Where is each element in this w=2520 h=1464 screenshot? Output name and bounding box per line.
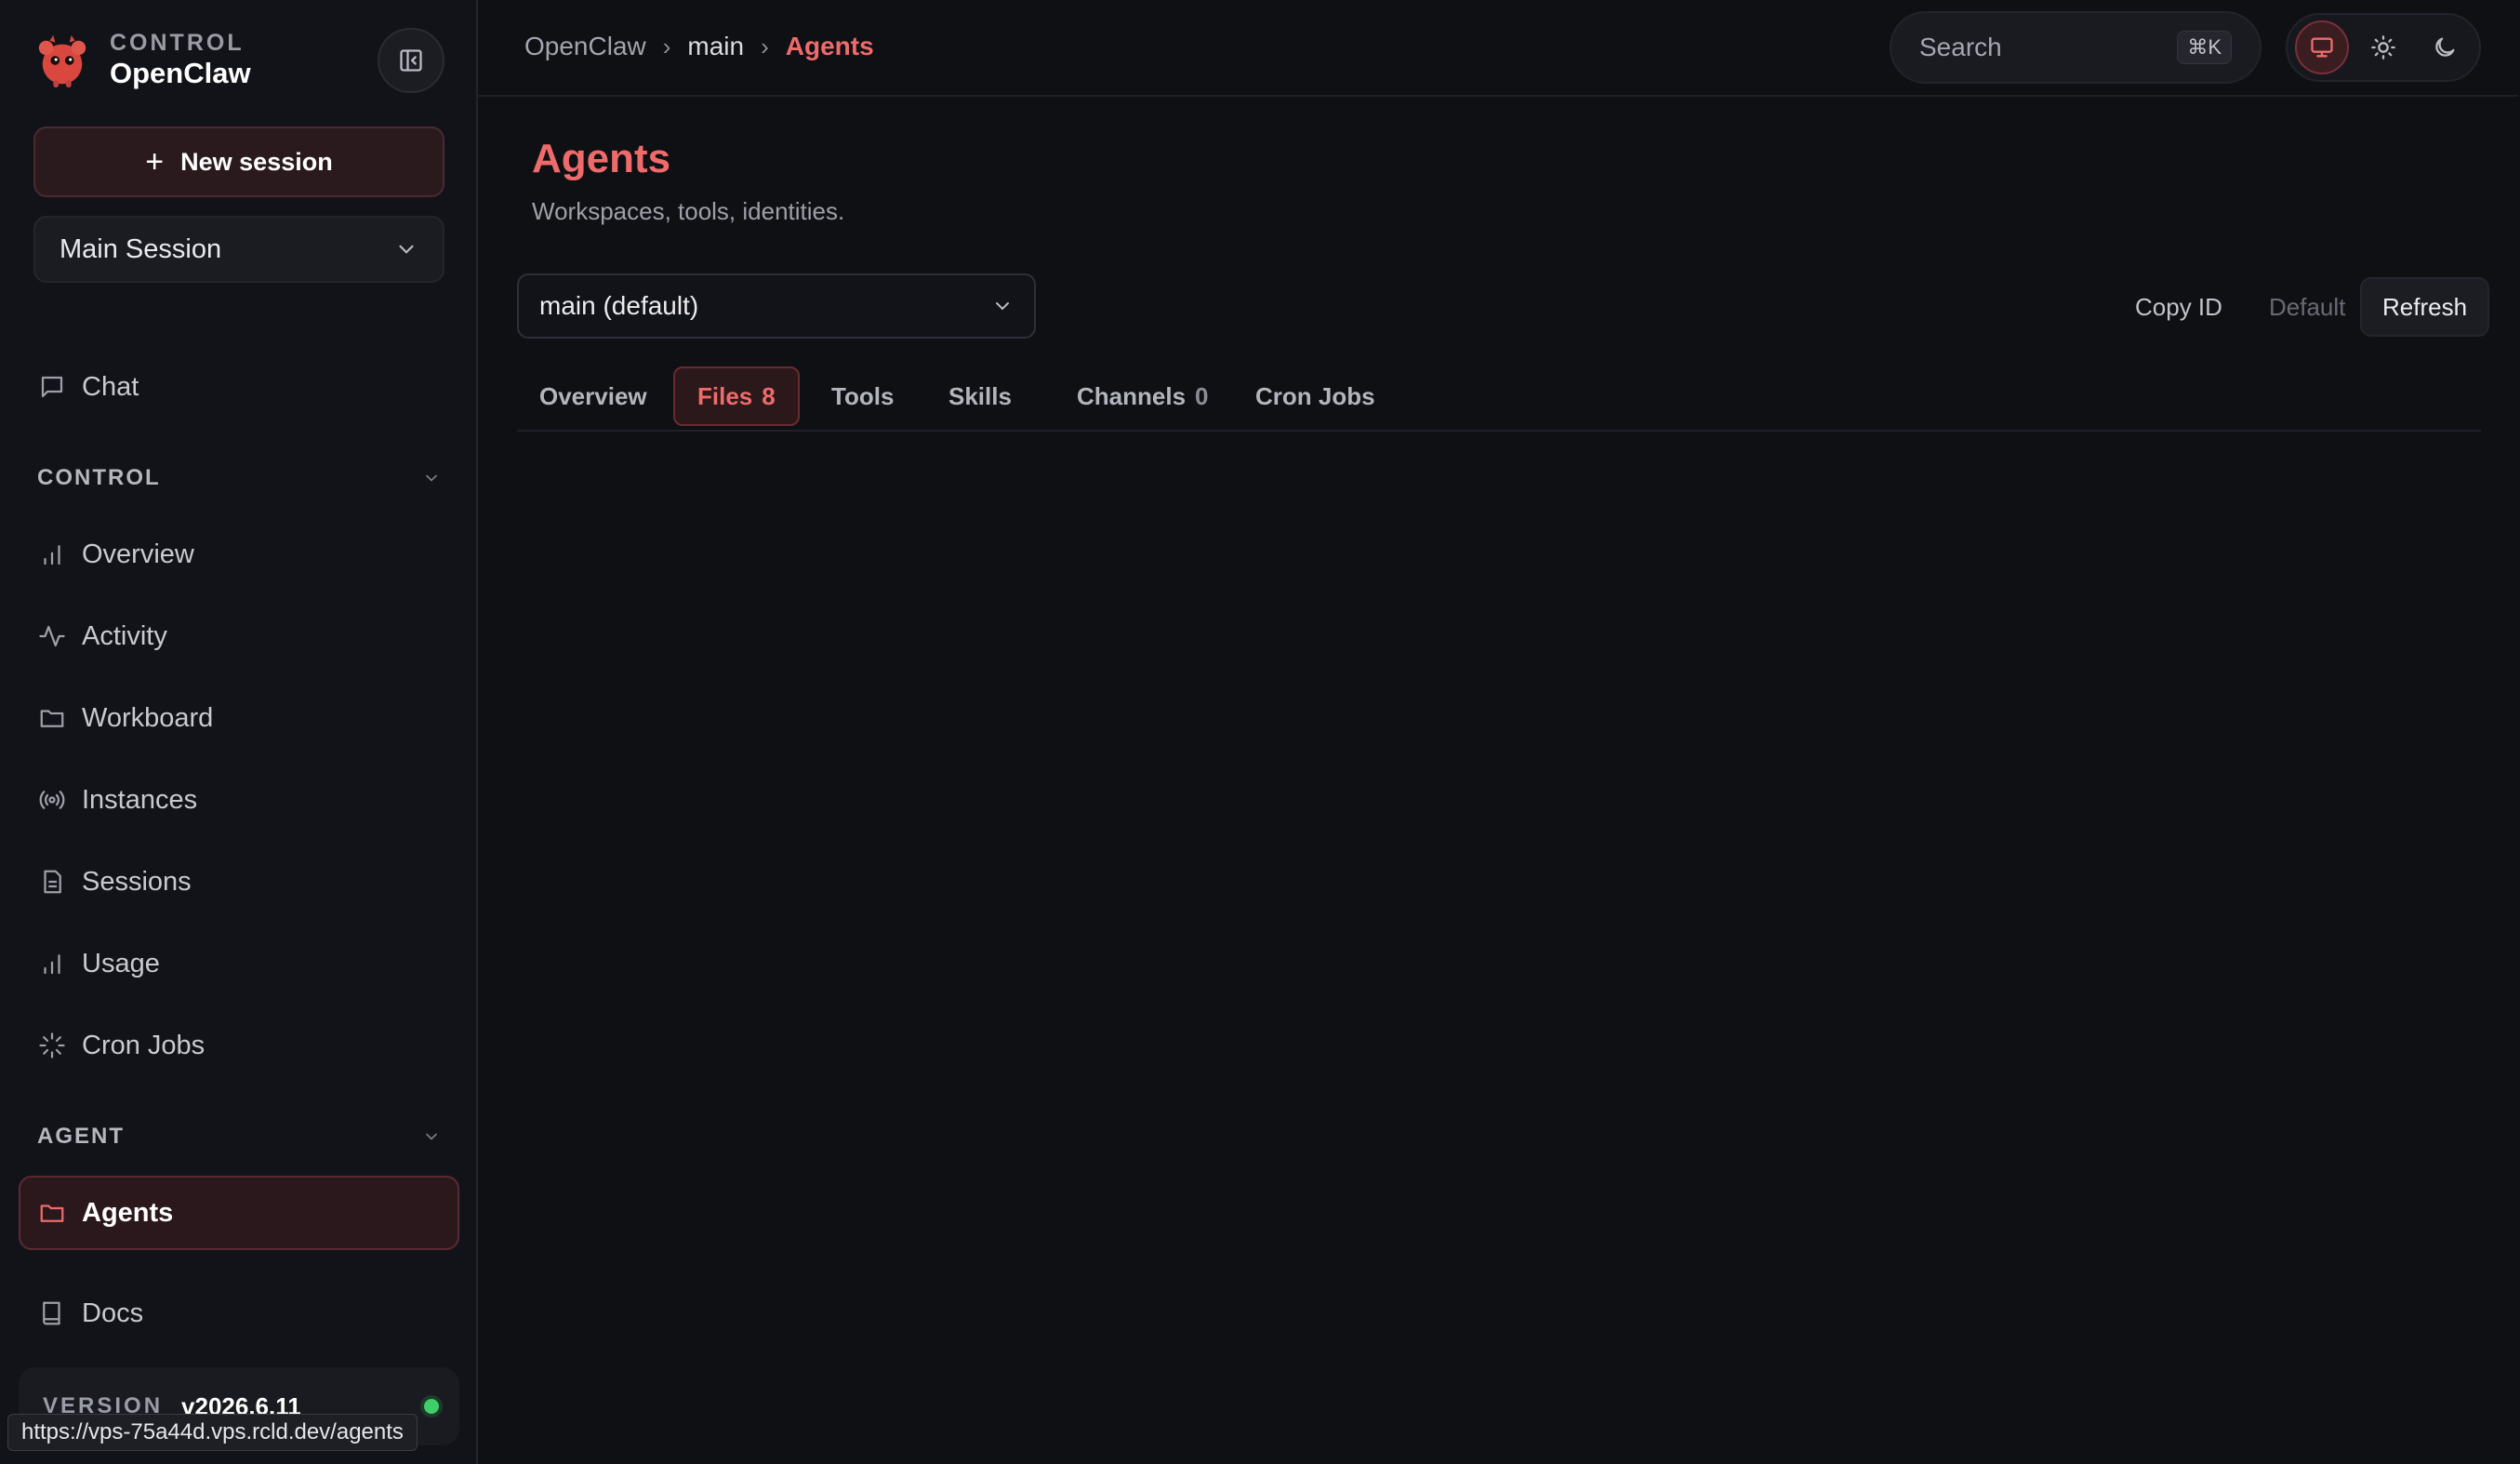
theme-dark-button[interactable] <box>2418 20 2472 74</box>
sidebar-item-label: Usage <box>82 948 160 978</box>
tab-label: Cron Jobs <box>1255 381 1375 410</box>
sidebar-item-docs[interactable]: Docs <box>33 1287 143 1339</box>
section-header-agent[interactable]: AGENT <box>37 1124 441 1150</box>
search-shortcut-badge: ⌘K <box>2177 31 2232 64</box>
monitor-icon <box>2311 37 2333 58</box>
theme-system-button[interactable] <box>2295 20 2349 74</box>
moon-icon <box>2435 37 2455 57</box>
default-button[interactable]: Default <box>2248 277 2366 337</box>
sidebar-item-label: Overview <box>82 539 194 569</box>
activity-icon <box>33 618 71 655</box>
tab-label: Overview <box>539 381 647 410</box>
chevron-down-icon <box>399 245 414 254</box>
sidebar-item-chat[interactable]: Chat <box>33 361 139 413</box>
loader-icon <box>33 1027 71 1064</box>
plus-icon: + <box>145 144 165 180</box>
file-text-icon <box>33 863 71 900</box>
sidebar-item-instances[interactable]: Instances <box>33 774 197 826</box>
sidebar-item-label: Workboard <box>82 702 214 733</box>
session-select[interactable]: Main Session <box>33 216 444 283</box>
chevron-down-icon <box>426 474 437 482</box>
tab-label: Skills <box>948 381 1012 410</box>
new-session-label: New session <box>180 147 333 176</box>
page-title: Agents <box>532 136 671 181</box>
breadcrumb-item[interactable]: main <box>687 32 744 61</box>
breadcrumb: OpenClaw › main › Agents <box>524 32 874 61</box>
session-select-value: Main Session <box>60 233 222 264</box>
theme-switcher <box>2286 13 2481 82</box>
sidebar-item-label: Chat <box>82 371 139 402</box>
section-title: CONTROL <box>37 465 161 490</box>
agent-select[interactable]: main (default) <box>517 273 1036 339</box>
agent-tabs: Overview Files 8 Tools Skills Channels 0… <box>517 365 2481 432</box>
tab-overview[interactable]: Overview <box>517 366 670 426</box>
sidebar-item-activity[interactable]: Activity <box>33 610 167 662</box>
tab-cron-jobs[interactable]: Cron Jobs <box>1233 366 1398 426</box>
brand[interactable]: CONTROL OpenClaw <box>33 30 251 91</box>
tab-skills[interactable]: Skills <box>926 366 1034 426</box>
tab-tools[interactable]: Tools <box>809 366 916 426</box>
sun-icon <box>2371 35 2395 60</box>
broadcast-icon <box>33 781 71 819</box>
bar-chart-icon <box>33 945 71 982</box>
breadcrumb-separator-icon: › <box>662 32 671 60</box>
sidebar-item-overview[interactable]: Overview <box>33 528 194 580</box>
search-placeholder: Search <box>1919 33 2002 61</box>
sidebar: CONTROL OpenClaw + New session Main Sess… <box>0 0 478 1464</box>
topbar: OpenClaw › main › Agents Search ⌘K <box>478 0 2518 97</box>
sidebar-item-label: Agents <box>82 1197 174 1228</box>
folder-icon <box>33 699 71 737</box>
main-content: OpenClaw › main › Agents Search ⌘K Agent… <box>478 0 2520 1464</box>
tab-label: Tools <box>831 381 895 410</box>
tab-label: Files <box>697 381 753 410</box>
copy-id-button[interactable]: Copy ID <box>2115 277 2243 337</box>
collapse-sidebar-button[interactable] <box>378 28 444 93</box>
sidebar-toggle-icon <box>400 49 422 72</box>
sidebar-item-agents[interactable]: Agents <box>33 1187 173 1239</box>
breadcrumb-current: Agents <box>785 32 874 60</box>
sidebar-item-usage[interactable]: Usage <box>33 938 160 990</box>
breadcrumb-item[interactable]: OpenClaw <box>524 32 646 61</box>
sidebar-item-label: Cron Jobs <box>82 1030 206 1060</box>
connection-status-dot <box>424 1399 439 1414</box>
sidebar-item-workboard[interactable]: Workboard <box>33 692 213 744</box>
brand-kicker: CONTROL <box>110 30 245 56</box>
section-title: AGENT <box>37 1124 125 1149</box>
sidebar-item-label: Instances <box>82 784 198 815</box>
tab-files[interactable]: Files 8 <box>673 366 800 426</box>
tab-label: Channels <box>1077 381 1187 410</box>
sidebar-item-cron-jobs[interactable]: Cron Jobs <box>33 1019 205 1071</box>
chevron-down-icon <box>996 302 1009 311</box>
chevron-down-icon <box>426 1133 437 1140</box>
sidebar-item-label: Activity <box>82 620 167 651</box>
section-header-control[interactable]: CONTROL <box>37 465 441 491</box>
tab-count-badge: 0 <box>1195 381 1209 410</box>
tab-channels[interactable]: Channels 0 <box>1054 366 1231 426</box>
page-subtitle: Workspaces, tools, identities. <box>532 197 845 225</box>
sidebar-item-sessions[interactable]: Sessions <box>33 856 192 908</box>
book-icon <box>33 1295 71 1332</box>
app-root: CONTROL OpenClaw + New session Main Sess… <box>0 0 2520 1464</box>
theme-light-button[interactable] <box>2356 20 2410 74</box>
message-square-icon <box>33 368 71 406</box>
folder-icon <box>33 1194 71 1231</box>
search-input[interactable]: Search ⌘K <box>1890 11 2261 84</box>
openclaw-logo-icon <box>38 34 86 88</box>
breadcrumb-separator-icon: › <box>761 32 769 60</box>
sidebar-item-label: Sessions <box>82 866 192 897</box>
refresh-button[interactable]: Refresh <box>2360 277 2490 337</box>
new-session-button[interactable]: + New session <box>33 126 444 197</box>
tab-count-badge: 8 <box>762 381 776 410</box>
link-url-tooltip: https://vps-75a44d.vps.rcld.dev/agents <box>7 1414 418 1451</box>
agent-select-value: main (default) <box>539 291 699 320</box>
brand-name: OpenClaw <box>110 57 251 89</box>
bar-chart-icon <box>33 536 71 573</box>
sidebar-item-label: Docs <box>82 1298 144 1328</box>
